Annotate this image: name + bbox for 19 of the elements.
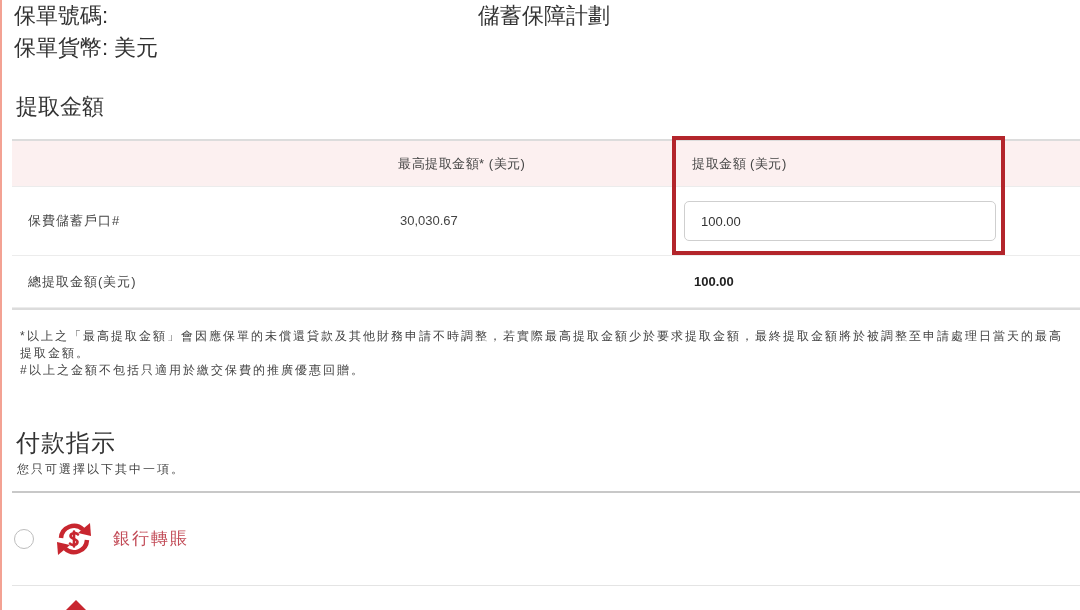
option-label[interactable]: 銀行轉賬 <box>113 526 189 552</box>
column-header: 提取金額 (美元) <box>692 155 787 174</box>
policy-currency: 保單貨幣: 美元 <box>14 34 159 62</box>
max-amount-value: 30,030.67 <box>400 212 458 231</box>
dollar-cycle-icon <box>56 521 92 557</box>
total-amount-value: 100.00 <box>694 272 734 291</box>
section-title: 提取金額 <box>16 93 104 121</box>
footnote: #以上之金額不包括只適用於繳交保費的推廣優惠回贈。 <box>20 362 366 379</box>
row-label: 總提取金額(美元) <box>28 272 137 291</box>
column-header: 最高提取金額* (美元) <box>398 155 526 174</box>
footnote: *以上之「最高提取金額」會因應保單的未償還貸款及其他財務申請不時調整，若實際最高提取金額少於要求提取金額，最終提取金額將於被調整至申請處理日當天的最高提取金額。 <box>20 328 1064 362</box>
plan-name: 儲蓄保障計劃 <box>478 2 610 30</box>
triangle-icon <box>66 600 86 610</box>
policy-number-label: 保單號碼: <box>14 2 110 30</box>
section-title: 付款指示 <box>16 428 116 458</box>
instruction-text: 您只可選擇以下其中一項。 <box>17 461 185 477</box>
row-label: 保費儲蓄戶口# <box>28 212 121 231</box>
amount-input[interactable]: 100.00 <box>684 201 996 241</box>
radio-button[interactable] <box>14 529 34 549</box>
